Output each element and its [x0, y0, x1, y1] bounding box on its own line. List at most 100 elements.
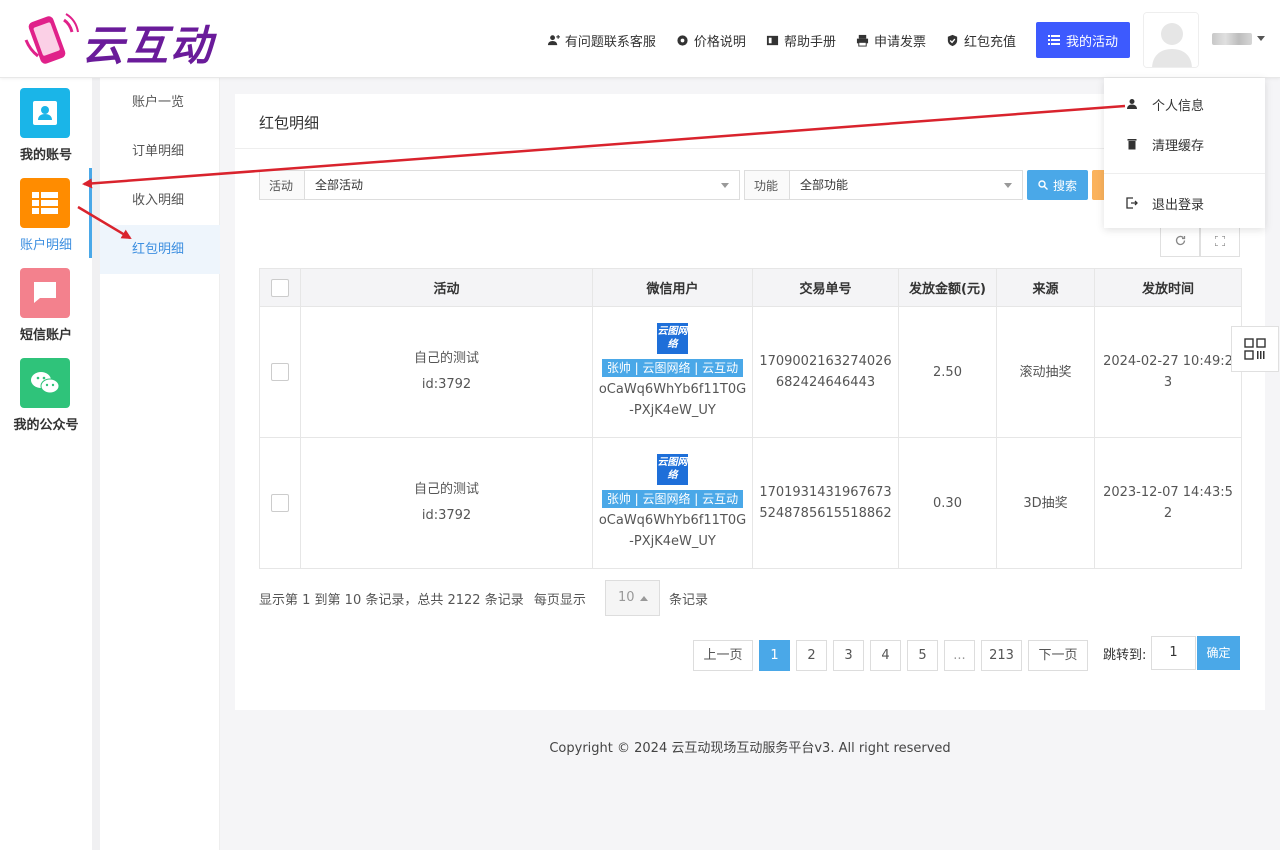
per-page-suffix: 条记录: [669, 593, 709, 608]
sidebar-item-sms-account[interactable]: 短信账户: [0, 258, 92, 348]
wechat-user-cell: 云图网络 张帅 | 云图网络 | 云互动 oCaWq6WhYb6f11T0G-P…: [592, 306, 753, 438]
sidebar-tile-my-account: [20, 88, 70, 138]
col-activity[interactable]: 活动: [300, 268, 593, 307]
gear-icon: [677, 34, 688, 46]
nav-help-manual[interactable]: 帮助手册: [766, 31, 836, 50]
subnav-account-overview[interactable]: 账户一览: [100, 78, 220, 127]
next-page-button[interactable]: 下一页: [1028, 640, 1088, 671]
my-activity-label: 我的活动: [1065, 34, 1118, 50]
page-size-select[interactable]: 10: [605, 580, 660, 616]
select-all-cell: [259, 268, 301, 307]
subnav-redpacket-detail[interactable]: 红包明细: [100, 225, 220, 274]
activity-select[interactable]: 全部活动: [304, 170, 740, 200]
refresh-button[interactable]: [1160, 224, 1200, 257]
table-list-icon: [32, 192, 58, 214]
chat-bubble-icon: [34, 282, 56, 303]
logout-icon: [1126, 197, 1138, 209]
search-button[interactable]: 搜索: [1027, 170, 1088, 200]
jump-to-label: 跳转到:: [1103, 648, 1147, 663]
page-size-value: 10: [618, 590, 635, 605]
activity-id: id:3792: [421, 377, 472, 392]
chevron-down-icon: [1004, 183, 1012, 188]
subnav-order-detail[interactable]: 订单明细: [100, 127, 220, 176]
page-button-2[interactable]: 2: [796, 640, 827, 671]
avatar[interactable]: [1143, 12, 1199, 68]
sidebar-label-my-account: 我的账号: [19, 148, 72, 163]
menu-item-clear-cache[interactable]: 清理缓存: [1104, 124, 1265, 164]
sidebar-item-my-account[interactable]: 我的账号: [0, 78, 92, 168]
contact-card-icon: [33, 101, 57, 125]
sidebar-label-account-detail: 账户明细: [19, 238, 72, 253]
page-ellipsis: ...: [944, 640, 975, 671]
menu-item-profile[interactable]: 个人信息: [1104, 84, 1265, 124]
amount-cell: 0.30: [898, 437, 997, 569]
page-title: 红包明细: [259, 114, 320, 132]
table-row: 自己的测试 id:3792 云图网络 张帅 | 云图网络 | 云互动 oCaWq…: [259, 437, 1242, 569]
function-select[interactable]: 全部功能: [789, 170, 1023, 200]
row-checkbox[interactable]: [271, 363, 289, 381]
subnav-income-detail[interactable]: 收入明细: [100, 176, 220, 225]
trash-icon: [1127, 139, 1137, 150]
activity-cell: 自己的测试 id:3792: [300, 306, 593, 438]
activity-select-value: 全部活动: [315, 178, 364, 192]
activity-filter-label: 活动: [259, 170, 305, 200]
app-logo[interactable]: 云互动: [20, 10, 230, 70]
col-wechat-user[interactable]: 微信用户: [592, 268, 753, 307]
page-button-213[interactable]: 213: [981, 640, 1022, 671]
wechat-user-avatar: 云图网络: [657, 323, 688, 354]
activity-cell: 自己的测试 id:3792: [300, 437, 593, 569]
nav-help-manual-label: 帮助手册: [783, 34, 836, 50]
function-filter-label: 功能: [744, 170, 790, 200]
my-activity-button[interactable]: 我的活动: [1035, 22, 1130, 58]
sub-nav: 账户一览 订单明细 收入明细 红包明细: [100, 78, 220, 850]
sidebar-item-account-detail[interactable]: 账户明细: [0, 168, 92, 258]
wechat-openid: oCaWq6WhYb6f11T0G-PXjK4eW_UY: [598, 382, 747, 418]
menu-item-logout[interactable]: 退出登录: [1104, 183, 1265, 223]
fullscreen-button[interactable]: [1200, 224, 1240, 257]
qr-code-float-button[interactable]: [1231, 326, 1279, 372]
icon-sidebar: 我的账号 账户明细 短信账户 我的公众号: [0, 78, 100, 850]
nav-contact-support-label: 有问题联系客服: [564, 34, 656, 50]
menu-item-clear-cache-label: 清理缓存: [1152, 138, 1205, 154]
table-row: 自己的测试 id:3792 云图网络 张帅 | 云图网络 | 云互动 oCaWq…: [259, 306, 1242, 438]
nav-invoice[interactable]: 申请发票: [856, 31, 926, 50]
page-button-5[interactable]: 5: [907, 640, 938, 671]
nav-pricing[interactable]: 价格说明: [676, 31, 746, 50]
col-time[interactable]: 发放时间: [1094, 268, 1242, 307]
row-checkbox[interactable]: [271, 494, 289, 512]
wechat-user-tag: 张帅 | 云图网络 | 云互动: [601, 359, 744, 377]
nav-contact-support[interactable]: 有问题联系客服: [547, 31, 656, 50]
qr-code-icon: [1244, 338, 1266, 360]
fullscreen-icon: [1215, 235, 1225, 246]
default-avatar-icon: [1144, 13, 1198, 67]
jump-page-input[interactable]: 1: [1151, 636, 1196, 670]
chevron-down-icon: [721, 183, 729, 188]
wechat-user-avatar: 云图网络: [657, 454, 688, 485]
transaction-no-cell: 1709002163274026682424646443: [752, 306, 899, 438]
footer-copyright: Copyright © 2024 云互动现场互动服务平台v3. All righ…: [549, 741, 951, 756]
col-amount[interactable]: 发放金额(元): [898, 268, 997, 307]
nav-pricing-label: 价格说明: [693, 34, 746, 50]
page-button-3[interactable]: 3: [833, 640, 864, 671]
page-button-4[interactable]: 4: [870, 640, 901, 671]
printer-icon: [856, 34, 869, 47]
prev-page-button[interactable]: 上一页: [693, 640, 753, 671]
top-header: 云互动 有问题联系客服 价格说明 帮助手册 申请发票 红包充值 我的活动: [0, 0, 1280, 78]
search-icon: [1038, 180, 1048, 190]
sidebar-item-official-account[interactable]: 我的公众号: [0, 348, 92, 438]
nav-redpacket-recharge[interactable]: 红包充值: [946, 31, 1016, 50]
select-all-checkbox[interactable]: [271, 278, 289, 297]
col-transaction-no[interactable]: 交易单号: [752, 268, 899, 307]
user-icon: [1127, 99, 1137, 109]
page-button-1[interactable]: 1: [759, 640, 790, 671]
col-source[interactable]: 来源: [996, 268, 1095, 307]
refresh-icon: [1175, 235, 1185, 246]
jump-confirm-button[interactable]: 确定: [1197, 636, 1240, 670]
chevron-down-icon[interactable]: [1257, 36, 1265, 41]
time-cell: 2023-12-07 14:43:52: [1094, 437, 1242, 569]
user-dropdown-menu: 个人信息 清理缓存 退出登录: [1104, 78, 1265, 228]
menu-divider: [1104, 173, 1265, 174]
wechat-user-cell: 云图网络 张帅 | 云图网络 | 云互动 oCaWq6WhYb6f11T0G-P…: [592, 437, 753, 569]
user-name-blurred[interactable]: [1212, 33, 1252, 45]
pagination-info: 显示第 1 到第 10 条记录，总共 2122 条记录 每页显示: [259, 589, 586, 608]
